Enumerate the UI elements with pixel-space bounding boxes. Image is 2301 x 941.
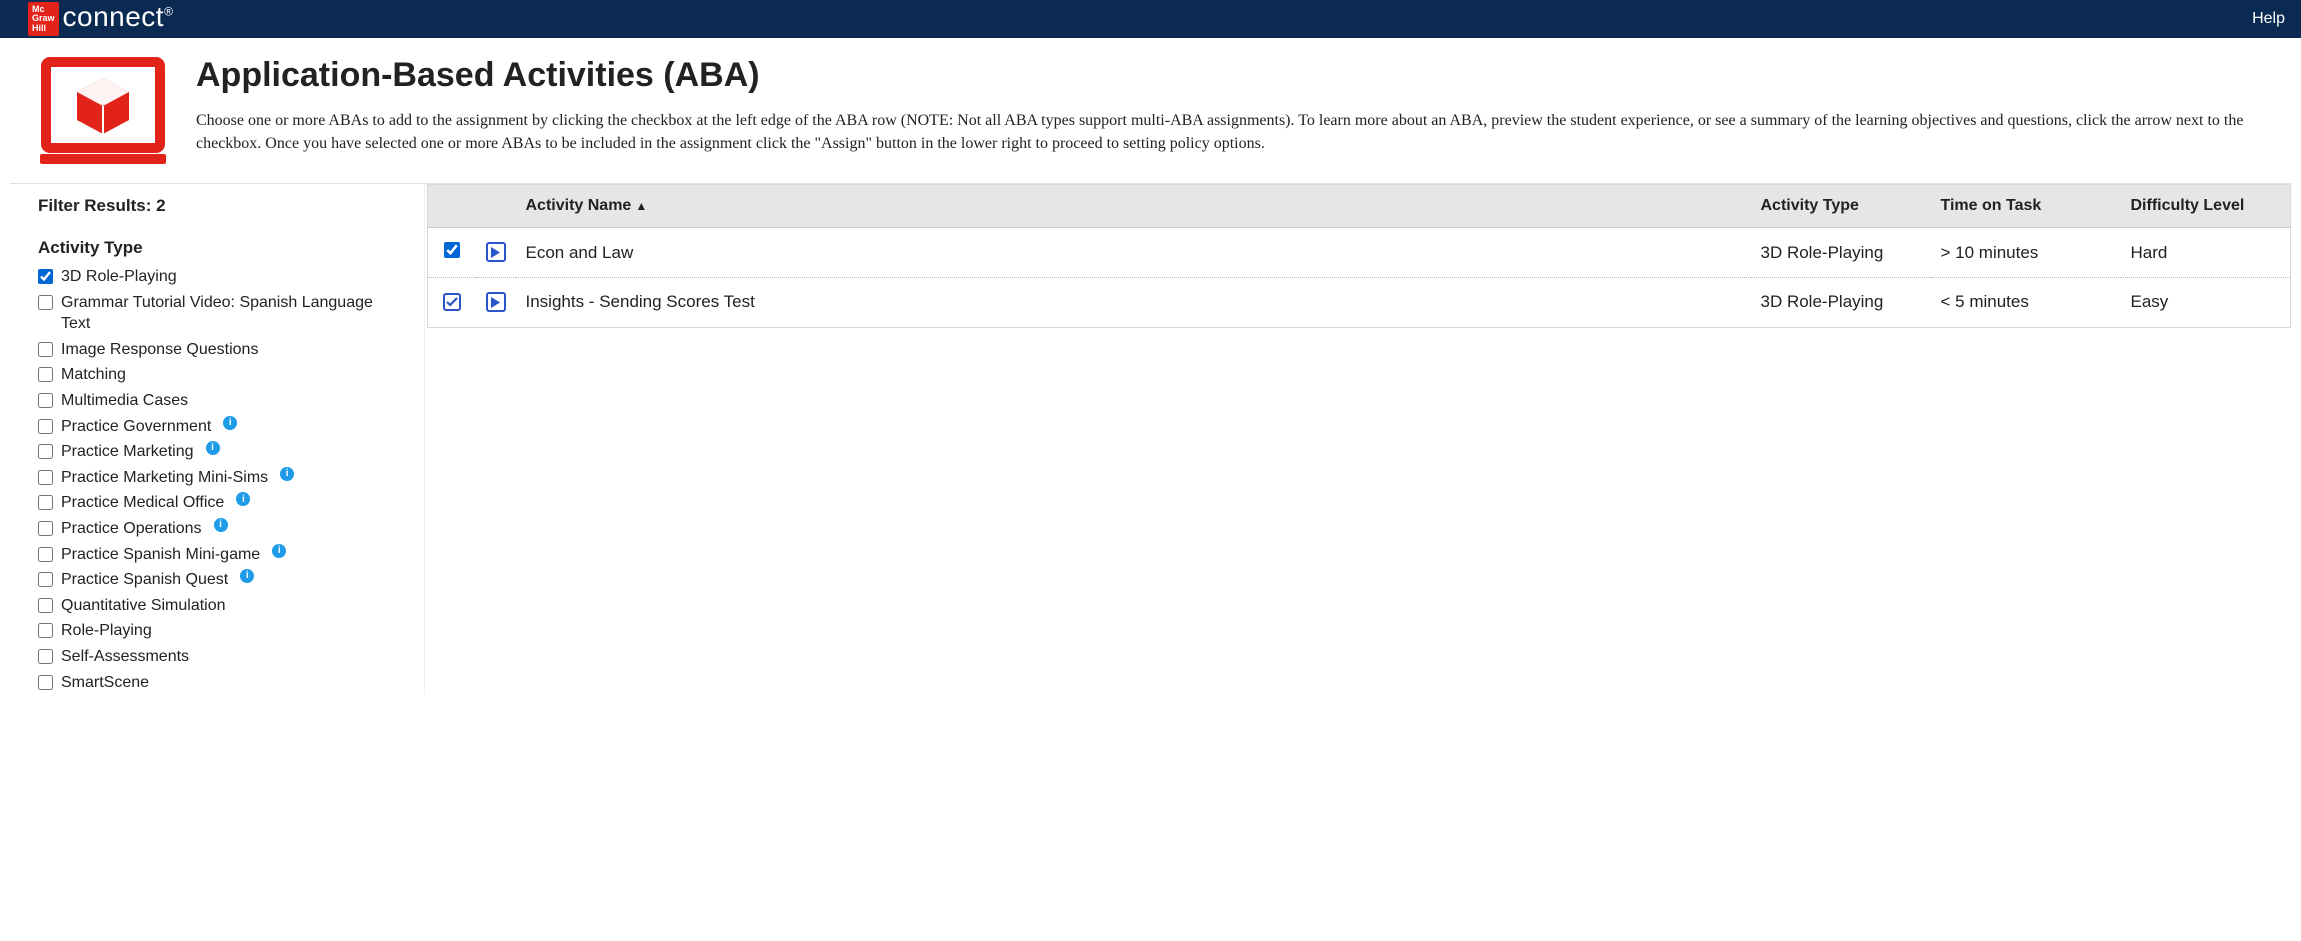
activity-type: 3D Role-Playing: [1751, 278, 1931, 328]
filter-label[interactable]: Practice Spanish Quest: [61, 569, 228, 591]
brand-word: connect®: [63, 1, 174, 33]
help-link[interactable]: Help: [2252, 10, 2285, 28]
activity-name: Econ and Law: [516, 228, 1751, 278]
info-icon[interactable]: i: [214, 518, 228, 532]
filter-label[interactable]: Grammar Tutorial Video: Spanish Language…: [61, 292, 404, 335]
filter-checkbox[interactable]: [38, 598, 53, 613]
filter-item: Practice Operations i: [38, 516, 404, 542]
filter-checkbox[interactable]: [38, 342, 53, 357]
hero-icon: [38, 56, 168, 171]
filter-label[interactable]: Self-Assessments: [61, 646, 189, 668]
col-header-type[interactable]: Activity Type: [1751, 185, 1931, 228]
filter-label[interactable]: Practice Government: [61, 416, 211, 438]
filter-checkbox[interactable]: [38, 470, 53, 485]
table-row: Econ and Law3D Role-Playing> 10 minutesH…: [428, 228, 2291, 278]
filter-checkbox[interactable]: [38, 419, 53, 434]
col-header-time[interactable]: Time on Task: [1931, 185, 2121, 228]
filter-item: Practice Spanish Quest i: [38, 567, 404, 593]
info-icon[interactable]: i: [280, 467, 294, 481]
info-icon[interactable]: i: [240, 569, 254, 583]
table-row: Insights - Sending Scores Test3D Role-Pl…: [428, 278, 2291, 328]
filter-sidebar: Filter Results: 2 Activity Type 3D Role-…: [10, 184, 425, 695]
filter-checkbox[interactable]: [38, 295, 53, 310]
filter-section-title: Activity Type: [38, 238, 404, 258]
filter-checkbox[interactable]: [38, 623, 53, 638]
top-bar: McGrawHill connect® Help: [0, 0, 2301, 38]
activity-time: < 5 minutes: [1931, 278, 2121, 328]
activity-difficulty: Easy: [2121, 278, 2291, 328]
filter-checkbox[interactable]: [38, 547, 53, 562]
main-content: Activity Name▲ Activity Type Time on Tas…: [425, 184, 2291, 328]
filter-label[interactable]: Quantitative Simulation: [61, 595, 226, 617]
expand-row-button[interactable]: [486, 292, 506, 312]
filter-checkbox[interactable]: [38, 444, 53, 459]
filter-checkbox[interactable]: [38, 495, 53, 510]
filter-list: 3D Role-Playing Grammar Tutorial Video: S…: [38, 264, 404, 695]
filter-item: 3D Role-Playing: [38, 264, 404, 290]
filter-label[interactable]: Multimedia Cases: [61, 390, 188, 412]
filter-label[interactable]: Practice Spanish Mini-game: [61, 544, 260, 566]
activity-time: > 10 minutes: [1931, 228, 2121, 278]
filter-checkbox[interactable]: [38, 572, 53, 587]
row-select-checkbox[interactable]: [443, 293, 461, 311]
filter-results-heading: Filter Results: 2: [38, 196, 404, 216]
filter-checkbox[interactable]: [38, 269, 53, 284]
brand: McGrawHill connect®: [28, 2, 173, 36]
expand-row-button[interactable]: [486, 242, 506, 262]
filter-label[interactable]: Role-Playing: [61, 620, 152, 642]
filter-checkbox[interactable]: [38, 649, 53, 664]
filter-label[interactable]: Practice Marketing Mini-Sims: [61, 467, 268, 489]
filter-label[interactable]: Practice Operations: [61, 518, 202, 540]
filter-item: Practice Spanish Mini-game i: [38, 542, 404, 568]
filter-label[interactable]: Practice Medical Office: [61, 492, 224, 514]
info-icon[interactable]: i: [272, 544, 286, 558]
info-icon[interactable]: i: [206, 441, 220, 455]
col-header-expand: [476, 185, 516, 228]
activity-name: Insights - Sending Scores Test: [516, 278, 1751, 328]
page-header: Application-Based Activities (ABA) Choos…: [10, 50, 2291, 184]
filter-item: Grammar Tutorial Video: Spanish Language…: [38, 290, 404, 337]
filter-label[interactable]: 3D Role-Playing: [61, 266, 177, 288]
filter-item: Matching: [38, 362, 404, 388]
info-icon[interactable]: i: [223, 416, 237, 430]
page-title: Application-Based Activities (ABA): [196, 56, 2271, 95]
col-header-select: [428, 185, 476, 228]
filter-item: SmartScene: [38, 670, 404, 696]
brand-tile: McGrawHill: [28, 2, 59, 36]
filter-label[interactable]: Practice Marketing: [61, 441, 194, 463]
filter-checkbox[interactable]: [38, 675, 53, 690]
filter-item: Role-Playing: [38, 618, 404, 644]
filter-checkbox[interactable]: [38, 393, 53, 408]
col-header-name[interactable]: Activity Name▲: [516, 185, 1751, 228]
activity-difficulty: Hard: [2121, 228, 2291, 278]
info-icon[interactable]: i: [236, 492, 250, 506]
filter-label[interactable]: SmartScene: [61, 672, 149, 694]
sort-asc-icon: ▲: [635, 199, 647, 213]
filter-item: Practice Marketing Mini-Sims i: [38, 465, 404, 491]
filter-item: Practice Government i: [38, 414, 404, 440]
activity-type: 3D Role-Playing: [1751, 228, 1931, 278]
filter-item: Self-Assessments: [38, 644, 404, 670]
table-header-row: Activity Name▲ Activity Type Time on Tas…: [428, 185, 2291, 228]
filter-item: Image Response Questions: [38, 337, 404, 363]
page-description: Choose one or more ABAs to add to the as…: [196, 109, 2271, 155]
filter-label[interactable]: Matching: [61, 364, 126, 386]
filter-item: Practice Medical Office i: [38, 490, 404, 516]
activities-table: Activity Name▲ Activity Type Time on Tas…: [427, 184, 2291, 328]
filter-checkbox[interactable]: [38, 367, 53, 382]
col-header-difficulty[interactable]: Difficulty Level: [2121, 185, 2291, 228]
filter-label[interactable]: Image Response Questions: [61, 339, 258, 361]
filter-checkbox[interactable]: [38, 521, 53, 536]
filter-item: Practice Marketing i: [38, 439, 404, 465]
filter-item: Quantitative Simulation: [38, 593, 404, 619]
row-select-checkbox[interactable]: [444, 242, 460, 258]
filter-item: Multimedia Cases: [38, 388, 404, 414]
